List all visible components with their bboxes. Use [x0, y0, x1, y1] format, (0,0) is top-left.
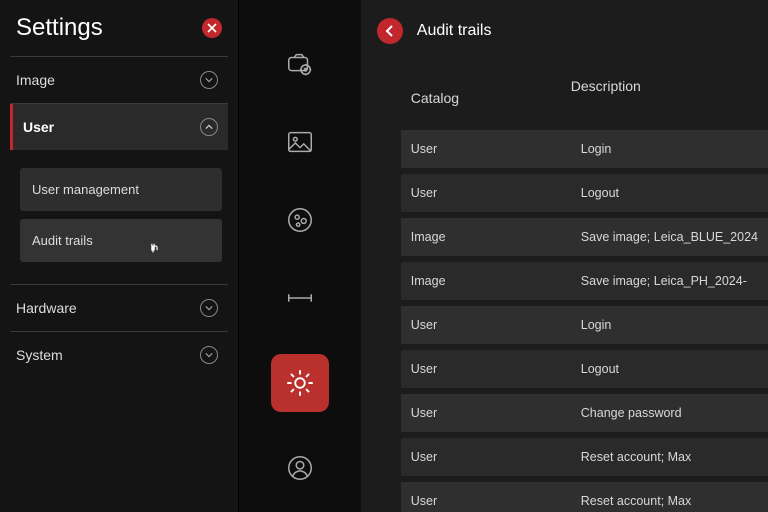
- cell-description: Reset account; Max: [571, 482, 768, 512]
- image-icon: [285, 127, 315, 157]
- table-row[interactable]: UserChange password: [401, 394, 768, 432]
- cell-catalog: User: [401, 174, 571, 212]
- chevron-down-icon: [200, 71, 218, 89]
- cell-catalog: Image: [401, 262, 571, 300]
- rail-image[interactable]: [278, 120, 322, 164]
- category-user[interactable]: User: [10, 104, 228, 150]
- col-description: Description: [571, 78, 768, 118]
- audit-title: Audit trails: [417, 22, 492, 40]
- tool-rail: [239, 0, 361, 512]
- chevron-down-icon: [200, 299, 218, 317]
- cell-description: Login: [571, 130, 768, 168]
- chevron-down-icon: [200, 346, 218, 364]
- rail-settings[interactable]: [271, 354, 329, 412]
- category-image[interactable]: Image: [10, 57, 228, 104]
- cell-description: Change password: [571, 394, 768, 432]
- pointer-cursor-icon: [146, 242, 160, 256]
- rail-analysis[interactable]: [278, 198, 322, 242]
- chevron-up-icon: [200, 118, 218, 136]
- cell-description: Logout: [571, 350, 768, 388]
- cell-catalog: User: [401, 482, 571, 512]
- category-label: System: [16, 347, 63, 363]
- col-catalog: Catalog: [401, 78, 571, 118]
- settings-panel: Settings Image User User management Audi…: [0, 0, 239, 512]
- camera-settings-icon: [285, 49, 315, 79]
- table-row[interactable]: UserLogout: [401, 350, 768, 388]
- cell-description: Reset account; Max: [571, 438, 768, 476]
- chevron-left-icon: [384, 25, 396, 37]
- back-button[interactable]: [377, 18, 403, 44]
- subitem-user-management[interactable]: User management: [20, 168, 222, 211]
- settings-title: Settings: [16, 14, 103, 42]
- category-label: User: [23, 119, 54, 135]
- audit-table: Catalog Description UserLoginUserLogoutI…: [361, 66, 768, 512]
- category-label: Hardware: [16, 300, 77, 316]
- cell-catalog: Image: [401, 218, 571, 256]
- close-button[interactable]: [202, 18, 222, 38]
- subitem-audit-trails[interactable]: Audit trails: [20, 219, 222, 262]
- cell-description: Logout: [571, 174, 768, 212]
- table-row[interactable]: UserLogin: [401, 306, 768, 344]
- cell-catalog: User: [401, 130, 571, 168]
- cell-catalog: User: [401, 394, 571, 432]
- audit-panel: Audit trails Catalog Description UserLog…: [361, 0, 768, 512]
- rail-measure[interactable]: [278, 276, 322, 320]
- table-row[interactable]: UserLogout: [401, 174, 768, 212]
- rail-user[interactable]: [278, 446, 322, 490]
- table-row[interactable]: UserReset account; Max: [401, 438, 768, 476]
- rail-camera[interactable]: [278, 42, 322, 86]
- category-hardware[interactable]: Hardware: [10, 285, 228, 332]
- cells-icon: [285, 205, 315, 235]
- cell-description: Login: [571, 306, 768, 344]
- category-system[interactable]: System: [10, 332, 228, 378]
- subitem-label: Audit trails: [32, 233, 93, 248]
- cell-catalog: User: [401, 350, 571, 388]
- close-icon: [207, 23, 217, 33]
- table-row[interactable]: ImageSave image; Leica_BLUE_2024: [401, 218, 768, 256]
- cell-description: Save image; Leica_BLUE_2024: [571, 218, 768, 256]
- table-row[interactable]: ImageSave image; Leica_PH_2024-: [401, 262, 768, 300]
- gear-icon: [283, 366, 317, 400]
- category-label: Image: [16, 72, 55, 88]
- user-subgroup: User management Audit trails: [10, 150, 228, 285]
- user-icon: [285, 453, 315, 483]
- cell-catalog: User: [401, 306, 571, 344]
- table-header: Catalog Description: [401, 66, 768, 130]
- cell-description: Save image; Leica_PH_2024-: [571, 262, 768, 300]
- table-row[interactable]: UserReset account; Max: [401, 482, 768, 512]
- cell-catalog: User: [401, 438, 571, 476]
- table-row[interactable]: UserLogin: [401, 130, 768, 168]
- subitem-label: User management: [32, 182, 139, 197]
- ruler-icon: [285, 283, 315, 313]
